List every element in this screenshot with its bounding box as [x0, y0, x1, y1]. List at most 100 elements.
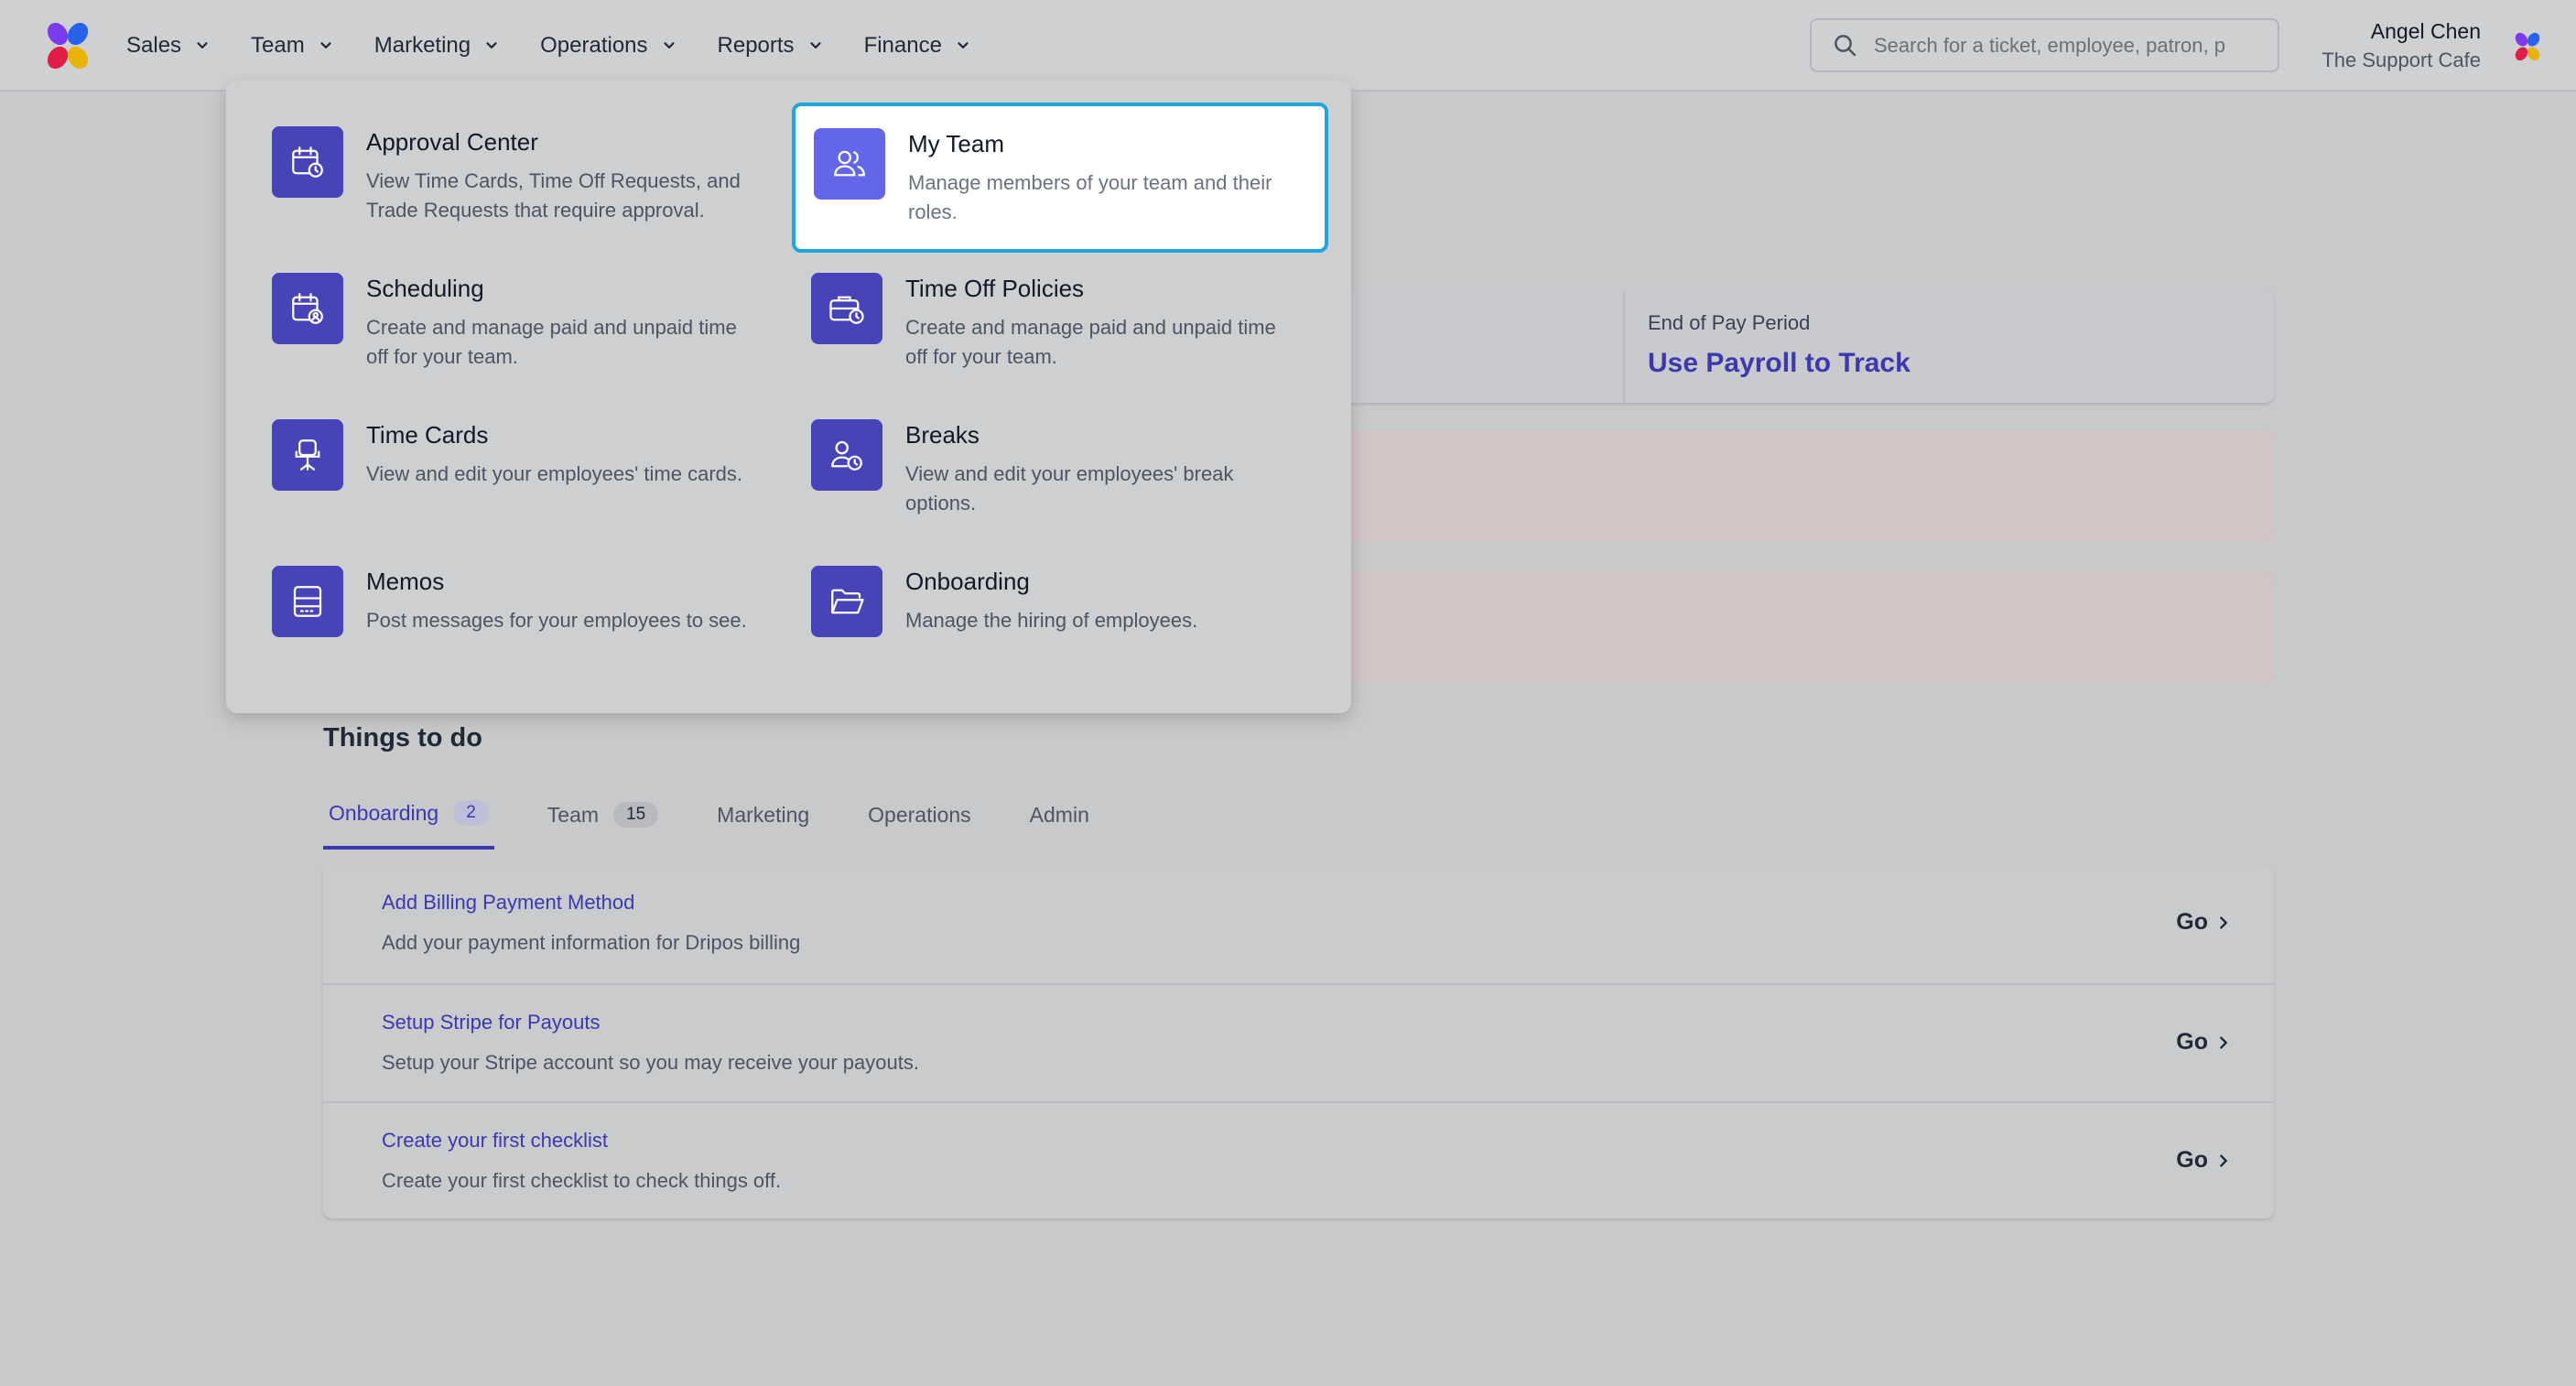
top-navigation-bar: Sales Team Marketing Operations Reports … [0, 0, 2576, 92]
menu-item-description: Post messages for your employees to see. [366, 609, 747, 632]
menu-item-description: Manage members of your team and their ro… [908, 171, 1272, 223]
go-button[interactable]: Go [2176, 1029, 2232, 1056]
todo-tabs: Onboarding 2 Team 15 Marketing Operation… [323, 789, 1142, 850]
chevron-down-icon [809, 42, 821, 49]
nav-marketing[interactable]: Marketing [374, 33, 500, 59]
go-button[interactable]: Go [2176, 1147, 2232, 1174]
folder-open-icon [831, 589, 864, 614]
tab-label: Admin [1029, 802, 1089, 827]
search-input[interactable] [1874, 33, 2258, 58]
main-nav: Sales Team Marketing Operations Reports … [126, 0, 1012, 92]
tab-label: Operations [868, 802, 971, 827]
chevron-down-icon [958, 42, 969, 49]
tab-marketing[interactable]: Marketing [711, 789, 815, 850]
menu-item-breaks[interactable]: Breaks View and edit your employees' bre… [765, 374, 1296, 520]
menu-item-title: Approval Center [366, 128, 538, 156]
todo-description: Create your first checklist to check thi… [382, 1169, 782, 1192]
todo-title[interactable]: Add Billing Payment Method [382, 891, 634, 915]
nav-team[interactable]: Team [251, 33, 334, 59]
search-icon [1835, 34, 1856, 56]
user-organization: The Support Cafe [2322, 49, 2481, 71]
things-to-do-title: Things to do [323, 723, 482, 753]
go-label: Go [2176, 909, 2208, 935]
nav-operations-label: Operations [540, 33, 648, 58]
tab-label: Marketing [717, 802, 810, 827]
count-badge: 2 [453, 800, 489, 826]
menu-item-time-cards[interactable]: Time Cards View and edit your employees'… [226, 374, 757, 520]
account-logo-icon[interactable] [2511, 30, 2544, 63]
chevron-right-icon [2220, 1035, 2227, 1049]
chevron-right-icon [2220, 1153, 2227, 1167]
menu-item-memos[interactable]: Memos Post messages for your employees t… [226, 520, 757, 666]
todo-row[interactable]: Setup Stripe for Payouts Setup your Stri… [323, 983, 2274, 1101]
nav-finance[interactable]: Finance [864, 33, 971, 59]
menu-icon-box [814, 128, 885, 200]
chevron-down-icon [320, 42, 331, 49]
tab-admin[interactable]: Admin [1024, 789, 1095, 850]
user-clock-icon [831, 440, 862, 471]
menu-item-scheduling[interactable]: Scheduling Create and manage paid and un… [226, 227, 757, 374]
menu-item-description: Create and manage paid and unpaid time o… [366, 316, 737, 368]
todo-row[interactable]: Add Billing Payment Method Add your paym… [323, 865, 2274, 983]
menu-icon-box [272, 419, 343, 491]
global-search[interactable] [1810, 18, 2279, 72]
tab-label: Team [547, 802, 600, 827]
alert-banner [1318, 571, 2274, 683]
tab-operations[interactable]: Operations [862, 789, 977, 850]
todo-row[interactable]: Create your first checklist Create your … [323, 1101, 2274, 1219]
nav-finance-label: Finance [863, 33, 942, 58]
todo-list: Add Billing Payment Method Add your paym… [323, 865, 2274, 1218]
menu-item-title: Memos [366, 568, 445, 595]
calendar-clock-icon [292, 146, 323, 178]
briefcase-clock-icon [829, 296, 864, 324]
pay-period-value[interactable]: Use Payroll to Track [1648, 348, 1910, 379]
chevron-down-icon [197, 42, 208, 49]
nav-sales[interactable]: Sales [126, 33, 211, 59]
chevron-down-icon [663, 42, 675, 49]
menu-item-description: View and edit your employees' time cards… [366, 462, 742, 485]
tab-label: Onboarding [329, 800, 439, 825]
todo-description: Add your payment information for Dripos … [382, 931, 801, 954]
nav-sales-label: Sales [126, 33, 182, 58]
chevron-right-icon [2220, 915, 2227, 929]
app-logo-icon[interactable] [40, 18, 95, 73]
menu-item-description: Manage the hiring of employees. [905, 609, 1198, 632]
menu-icon-box [272, 273, 343, 344]
menu-item-title: Time Cards [366, 421, 489, 449]
go-button[interactable]: Go [2176, 909, 2232, 936]
menu-item-description: View Time Cards, Time Off Requests, and … [366, 169, 741, 222]
users-icon [834, 150, 865, 177]
todo-title[interactable]: Setup Stripe for Payouts [382, 1011, 600, 1034]
menu-icon-box [272, 566, 343, 637]
chevron-down-icon [486, 42, 497, 49]
go-label: Go [2176, 1029, 2208, 1055]
menu-icon-box [811, 419, 882, 491]
go-label: Go [2176, 1147, 2208, 1173]
alert-banner [1318, 430, 2274, 542]
inbox-icon [293, 586, 322, 617]
todo-description: Setup your Stripe account so you may rec… [382, 1051, 919, 1074]
stats-divider [1623, 291, 1625, 403]
menu-item-description: Create and manage paid and unpaid time o… [905, 316, 1276, 368]
todo-title[interactable]: Create your first checklist [382, 1129, 608, 1153]
nav-operations[interactable]: Operations [540, 33, 676, 59]
nav-reports[interactable]: Reports [718, 33, 824, 59]
menu-item-title: Scheduling [366, 275, 484, 302]
menu-item-approval-center[interactable]: Approval Center View Time Cards, Time Of… [226, 81, 757, 227]
pay-period-label: End of Pay Period [1648, 311, 1811, 334]
tab-team[interactable]: Team 15 [542, 789, 664, 850]
menu-icon-box [811, 273, 882, 344]
menu-icon-box [811, 566, 882, 637]
nav-team-label: Team [251, 33, 305, 58]
office-chair-icon [295, 439, 320, 471]
menu-item-description: View and edit your employees' break opti… [905, 462, 1234, 514]
nav-reports-label: Reports [717, 33, 795, 58]
user-menu[interactable]: Angel Chen The Support Cafe [2322, 16, 2481, 75]
nav-marketing-label: Marketing [373, 33, 471, 58]
menu-item-onboarding[interactable]: Onboarding Manage the hiring of employee… [765, 520, 1296, 666]
menu-item-time-off-policies[interactable]: Time Off Policies Create and manage paid… [765, 227, 1296, 374]
menu-item-title: Breaks [905, 421, 980, 449]
calendar-user-icon [292, 293, 323, 324]
tab-onboarding[interactable]: Onboarding 2 [323, 789, 494, 850]
menu-item-title: Time Off Policies [905, 275, 1085, 302]
